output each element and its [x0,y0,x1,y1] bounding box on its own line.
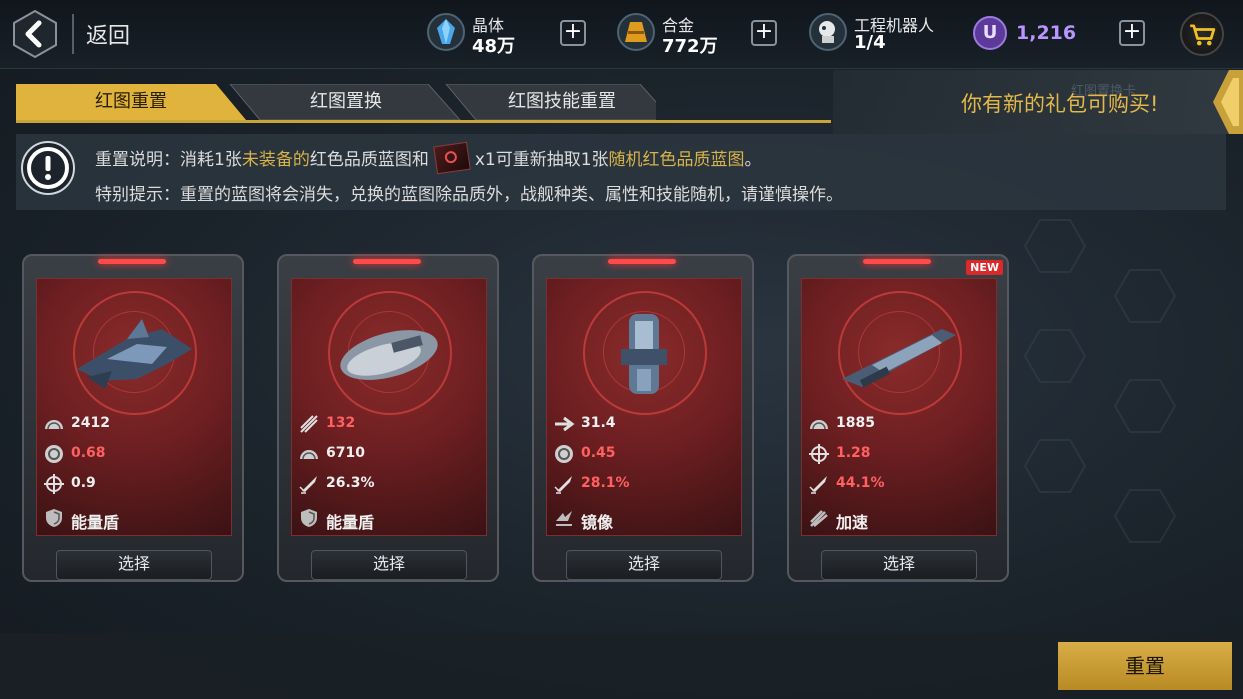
shop-cart-icon[interactable] [1180,12,1224,56]
speed-icon [553,413,575,435]
new-badge: NEW [966,260,1003,275]
missile-icon [553,473,575,495]
add-alloy-button[interactable]: + [751,20,777,46]
skill-label: 镜像 [581,513,614,532]
alert-icon [21,141,75,195]
stat-value: 0.45 [581,445,616,461]
crosshair-icon [808,443,830,465]
resource-robot: 工程机器人 1/4 [808,10,958,58]
ship-image [621,314,667,394]
skill-label: 能量盾 [71,513,120,532]
resource-value: 772万 [662,36,718,57]
card-top-light [608,259,676,264]
chevron-left-icon [1213,70,1243,134]
tab-red-reset[interactable]: 红图重置 [16,84,246,120]
info-line-1: 重置说明：消耗1张未装备的红色品质蓝图和 x1可重新抽取1张随机红色品质蓝图。 [95,141,762,175]
stat-value: 2412 [71,415,110,431]
add-crystal-button[interactable]: + [560,20,586,46]
blueprint-card[interactable]: 132 6710 26.3% 能量盾选择 [277,254,499,582]
armor-icon [808,413,830,435]
card-inner: 2412 0.68 0.9 能量盾 [36,278,232,536]
info-text: 重置说明：消耗1张 [95,150,242,170]
card-top-light [863,259,931,264]
back-label[interactable]: 返回 [86,18,130,50]
premium-currency-value: 1,216 [1016,22,1077,44]
gift-banner[interactable]: 红图置换卡 你有新的礼包可购买! [833,70,1243,134]
armor-icon [43,413,65,435]
info-line-2: 特别提示：重置的蓝图将会消失，兑换的蓝图除品质外，战舰种类、属性和技能随机，请谨… [95,185,843,205]
select-button[interactable]: 选择 [566,550,722,580]
tab-underline [16,120,831,123]
mirror-skill-icon [553,507,575,529]
hex-background [1023,219,1177,543]
ship-image [340,330,438,380]
shield-rate-icon [553,443,575,465]
card-inner: 31.4 0.45 28.1% 镜像 [546,278,742,536]
info-text: 。 [744,150,762,170]
reset-button[interactable]: 重置 [1058,642,1232,690]
stat-value: 28.1% [581,475,630,491]
stat-value: 1.28 [836,445,871,461]
stat-value: 0.68 [71,445,106,461]
stat-value: 0.9 [71,475,96,491]
select-button[interactable]: 选择 [311,550,467,580]
blueprint-card[interactable]: NEW 1885 1.28 44.1% 加速选择 [787,254,1009,582]
ship-image [842,329,956,388]
resource-crystal: 晶体 48万 [426,10,536,58]
shield-skill-icon [43,507,65,529]
crystal-icon [427,13,465,51]
blueprint-card[interactable]: 31.4 0.45 28.1% 镜像选择 [532,254,754,582]
boost-skill-icon [808,507,830,529]
divider [72,14,74,54]
select-button[interactable]: 选择 [56,550,212,580]
missile-icon [298,473,320,495]
info-text: x1可重新抽取1张 [474,150,609,170]
top-bar: 返回 晶体 48万 + 合金 772万 + 工程机器人 1/4 U 1,216 … [0,0,1243,69]
premium-currency-icon: U [973,16,1007,50]
stat-value: 6710 [326,445,365,461]
skill-label: 加速 [836,513,869,532]
alloy-icon [617,13,655,51]
card-top-light [353,259,421,264]
info-highlight: 随机红色品质蓝图 [608,150,745,170]
missile-icon [808,473,830,495]
info-panel: 重置说明：消耗1张未装备的红色品质蓝图和 x1可重新抽取1张随机红色品质蓝图。 特… [16,134,1226,210]
shield-skill-icon [298,507,320,529]
gift-banner-text: 你有新的礼包可购买! [961,92,1159,116]
info-highlight: 未装备的 [241,150,310,170]
back-button[interactable] [12,9,58,59]
card-inner: 1885 1.28 44.1% 加速 [801,278,997,536]
card-inner: 132 6710 26.3% 能量盾 [291,278,487,536]
armor-icon [298,443,320,465]
blueprint-card[interactable]: 2412 0.68 0.9 能量盾选择 [22,254,244,582]
card-top-light [98,259,166,264]
ship-image [77,319,192,389]
resource-value: 48万 [472,36,516,57]
add-premium-button[interactable]: + [1119,20,1145,46]
robot-icon [809,13,847,51]
stat-value: 26.3% [326,475,375,491]
stat-value: 1885 [836,415,875,431]
info-text: 红色品质蓝图和 [309,150,429,170]
tab-red-swap[interactable]: 红图置换 [236,84,456,120]
stat-value: 31.4 [581,415,616,431]
resource-value: 1/4 [854,32,886,53]
stat-value: 44.1% [836,475,885,491]
blueprint-item-icon [433,141,471,175]
select-button[interactable]: 选择 [821,550,977,580]
shield-rate-icon [43,443,65,465]
stat-value: 132 [326,415,356,431]
resource-alloy: 合金 772万 [616,10,736,58]
tab-red-skill-reset[interactable]: 红图技能重置 [452,84,672,120]
crosshair-icon [43,473,65,495]
attack-icon [298,413,320,435]
skill-label: 能量盾 [326,513,375,532]
bottom-bar [0,633,1243,699]
